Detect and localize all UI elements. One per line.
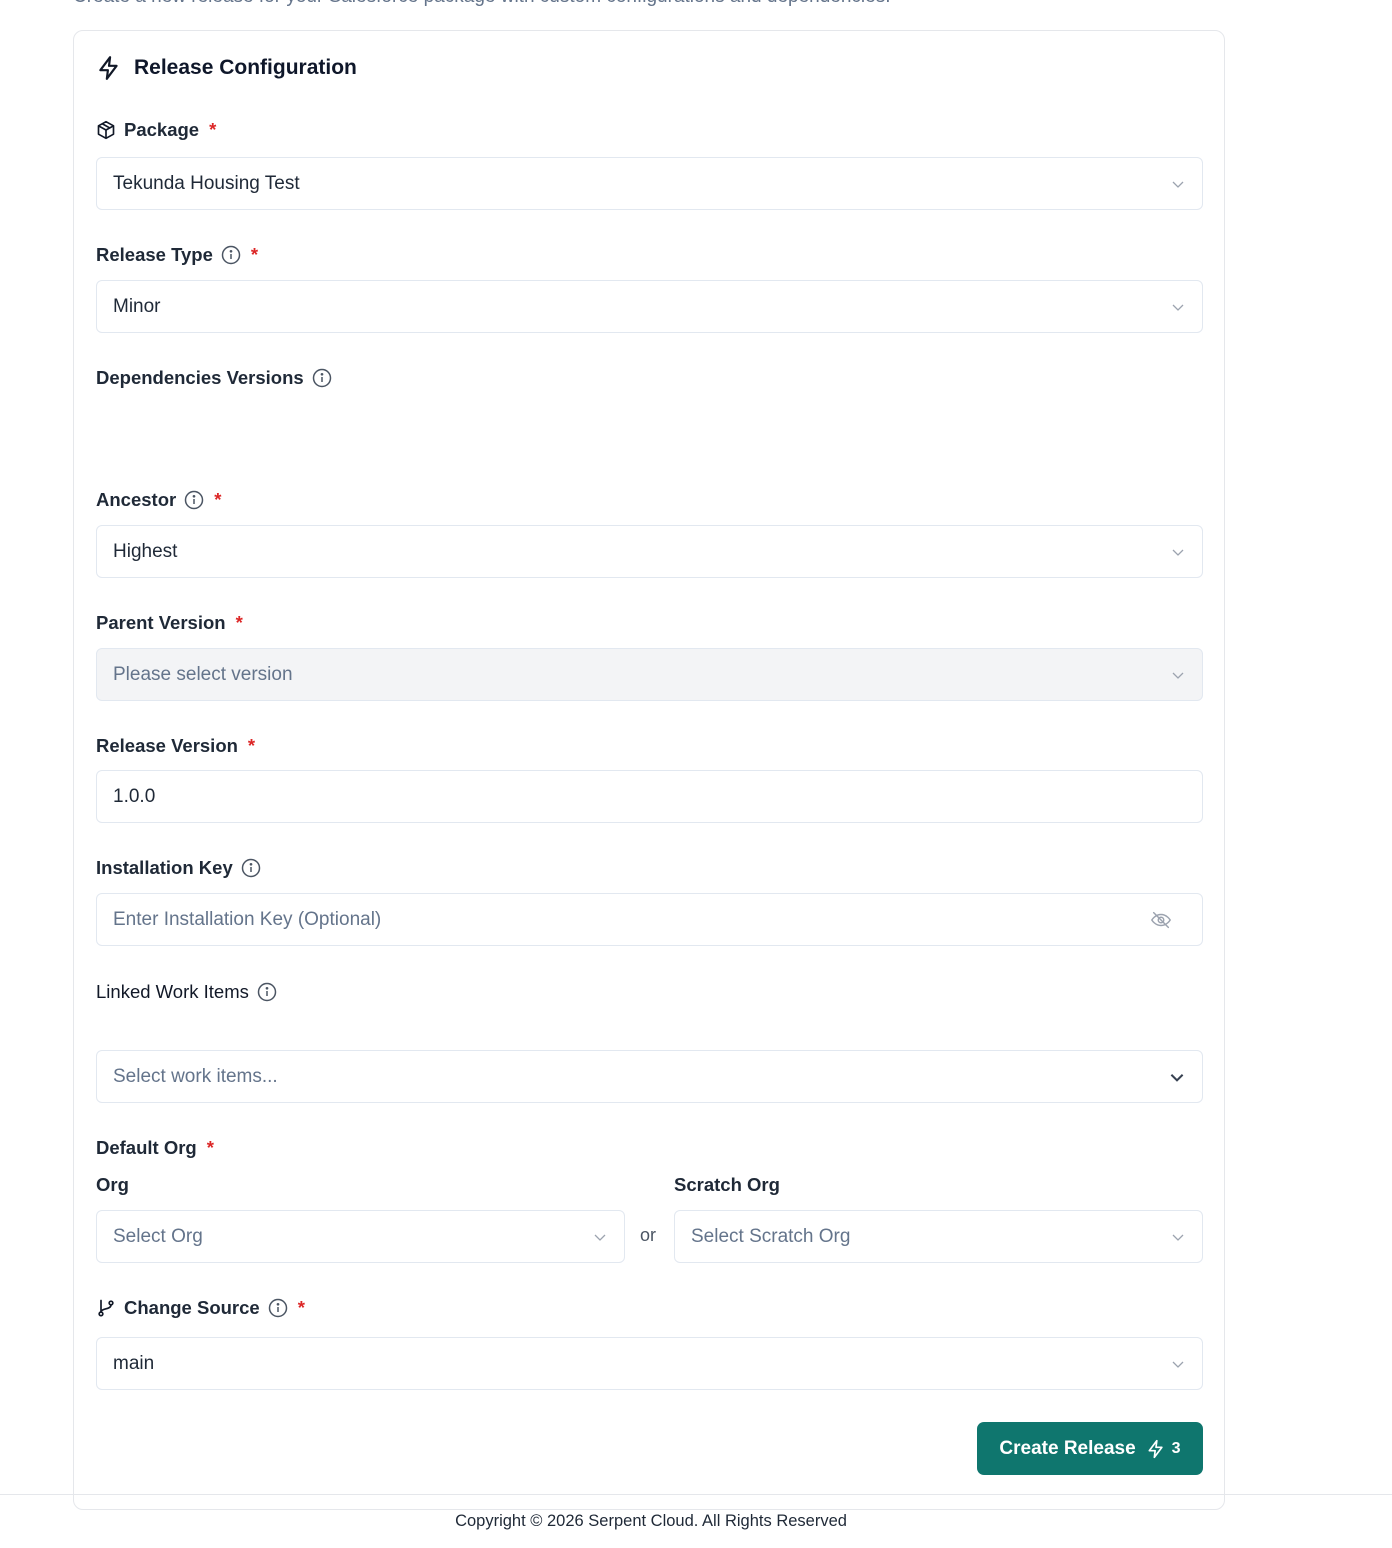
ancestor-value: Highest <box>113 540 178 562</box>
org-select[interactable]: Select Org <box>96 1210 625 1263</box>
copyright-text: Copyright © 2026 Serpent Cloud. All Righ… <box>455 1512 847 1530</box>
package-icon <box>97 120 115 140</box>
lightning-icon <box>99 56 118 80</box>
info-icon[interactable] <box>184 490 204 510</box>
change-source-select[interactable]: main <box>96 1337 1203 1390</box>
parent-version-select[interactable]: Please select version <box>96 648 1203 701</box>
chevron-down-icon <box>1172 1234 1184 1241</box>
footer: Copyright © 2026 Serpent Cloud. All Righ… <box>0 1494 1392 1548</box>
release-type-label-text: Release Type <box>96 244 213 265</box>
parent-version-placeholder: Please select version <box>113 663 293 685</box>
or-separator: or <box>640 1225 657 1245</box>
installation-key-label: Installation Key <box>96 857 261 879</box>
ancestor-label: Ancestor * <box>96 489 221 511</box>
card-title: Release Configuration <box>134 56 357 79</box>
installation-key-label-text: Installation Key <box>96 857 233 878</box>
default-org-label-text: Default Org <box>96 1137 197 1158</box>
scratch-org-label: Scratch Org <box>674 1174 780 1195</box>
parent-version-label: Parent Version * <box>96 612 243 634</box>
required-marker: * <box>250 244 259 265</box>
dependencies-versions-label-text: Dependencies Versions <box>96 367 304 388</box>
info-icon[interactable] <box>221 245 241 265</box>
required-marker: * <box>297 1297 305 1318</box>
required-marker: * <box>235 612 243 633</box>
release-version-input[interactable]: 1.0.0 <box>96 770 1203 823</box>
installation-key-placeholder: Enter Installation Key (Optional) <box>113 908 382 930</box>
scratch-org-placeholder: Select Scratch Org <box>691 1225 851 1247</box>
chevron-down-icon <box>1172 549 1184 556</box>
git-branch-icon <box>98 1299 114 1317</box>
dependencies-versions-label: Dependencies Versions <box>96 367 332 389</box>
scratch-org-select[interactable]: Select Scratch Org <box>674 1210 1203 1263</box>
package-value: Tekunda Housing Test <box>113 172 300 194</box>
default-org-label: Default Org * <box>96 1137 214 1159</box>
page-subtitle: Create a new release for your Salesforce… <box>73 0 890 8</box>
change-source-label-text: Change Source <box>124 1297 260 1318</box>
release-version-label: Release Version * <box>96 735 255 757</box>
linked-work-items-placeholder: Select work items... <box>113 1065 278 1087</box>
change-source-value: main <box>113 1352 155 1374</box>
linked-work-items-label-text: Linked Work Items <box>96 981 249 1002</box>
chevron-down-icon <box>1172 1361 1184 1368</box>
org-placeholder: Select Org <box>113 1225 203 1247</box>
info-icon[interactable] <box>257 982 277 1002</box>
package-select[interactable]: Tekunda Housing Test <box>96 157 1203 210</box>
required-marker: * <box>214 489 222 510</box>
card-header: Release Configuration <box>96 55 357 81</box>
chevron-down-icon <box>1170 1073 1184 1082</box>
info-icon[interactable] <box>241 858 261 878</box>
eye-off-icon[interactable] <box>1150 909 1172 931</box>
info-icon[interactable] <box>312 368 332 388</box>
parent-version-label-text: Parent Version <box>96 612 226 633</box>
create-release-label: Create Release <box>999 1437 1136 1459</box>
chevron-down-icon <box>594 1234 606 1241</box>
release-type-label: Release Type * <box>96 244 258 266</box>
linked-work-items-select[interactable]: Select work items... <box>96 1050 1203 1103</box>
release-configuration-card: Release Configuration Package * Tekunda … <box>73 30 1225 1510</box>
create-release-button[interactable]: Create Release 3 <box>977 1422 1203 1475</box>
chevron-down-icon <box>1172 672 1184 679</box>
required-marker: * <box>206 1137 214 1158</box>
org-label: Org <box>96 1174 129 1195</box>
info-icon[interactable] <box>268 1298 288 1318</box>
ancestor-label-text: Ancestor <box>96 489 177 510</box>
installation-key-input[interactable]: Enter Installation Key (Optional) <box>96 893 1203 946</box>
package-label-text: Package <box>124 119 200 140</box>
release-version-value: 1.0.0 <box>113 785 156 807</box>
linked-work-items-label: Linked Work Items <box>96 981 277 1003</box>
credit-count: 3 <box>1171 1439 1181 1457</box>
required-marker: * <box>247 735 256 756</box>
release-type-select[interactable]: Minor <box>96 280 1203 333</box>
lightning-icon <box>1148 1439 1163 1458</box>
chevron-down-icon <box>1172 181 1184 188</box>
package-label: Package * <box>96 119 216 141</box>
chevron-down-icon <box>1172 304 1184 311</box>
required-marker: * <box>209 119 217 140</box>
change-source-label: Change Source * <box>96 1297 305 1319</box>
ancestor-select[interactable]: Highest <box>96 525 1203 578</box>
release-type-value: Minor <box>113 295 161 317</box>
release-version-label-text: Release Version <box>96 735 238 756</box>
